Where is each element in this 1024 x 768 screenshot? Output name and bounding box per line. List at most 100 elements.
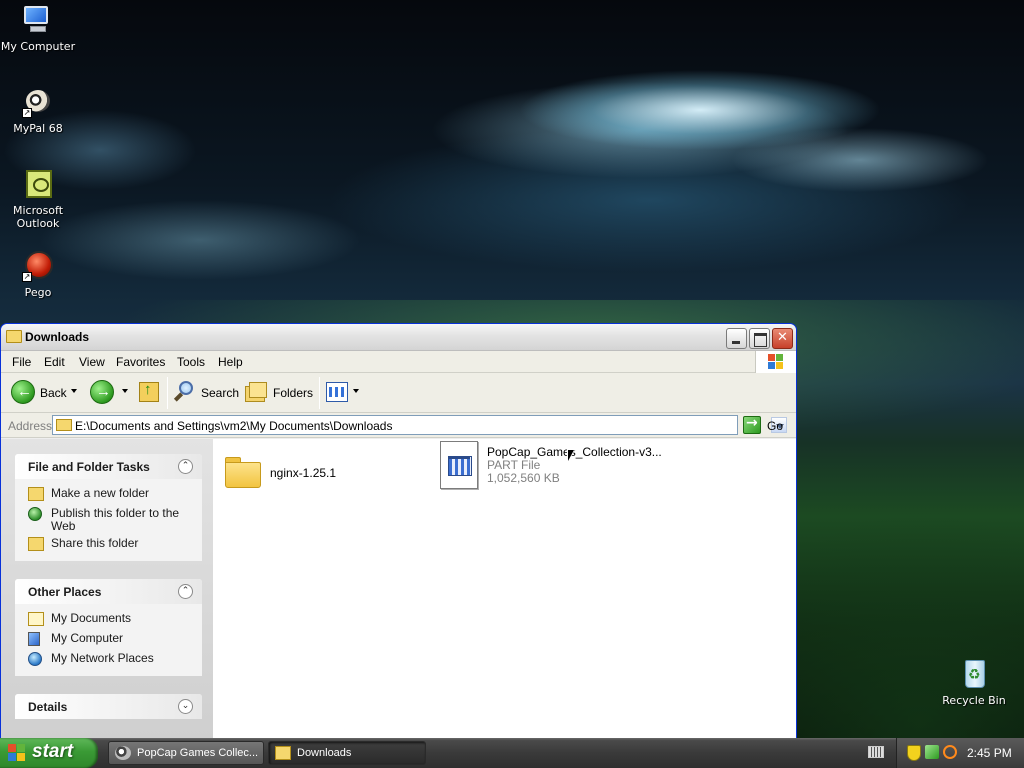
place-label: My Computer — [51, 631, 124, 645]
outlook-icon — [22, 168, 54, 200]
task-share-folder[interactable]: Share this folder — [15, 535, 202, 555]
windows-flag-icon — [8, 744, 26, 762]
place-my-documents[interactable]: My Documents — [15, 610, 202, 630]
address-field[interactable]: E:\Documents and Settings\vm2\My Documen… — [52, 415, 787, 435]
menu-bar: File Edit View Favorites Tools Help — [1, 351, 796, 373]
panel-title: Details — [28, 700, 68, 714]
back-label: Back — [40, 386, 67, 400]
expand-icon[interactable]: ⌄ — [178, 699, 193, 714]
task-label: Share this folder — [51, 536, 139, 550]
search-icon — [173, 381, 195, 403]
taskbar-button-popcap[interactable]: PopCap Games Collec... — [108, 741, 264, 765]
taskbar-button-downloads[interactable]: Downloads — [268, 741, 426, 765]
maximize-button[interactable] — [749, 328, 770, 349]
task-make-new-folder[interactable]: Make a new folder — [15, 485, 202, 505]
task-label: Publish this folder to the Web — [51, 506, 180, 533]
explorer-window: Downloads File Edit View Favorites Tools… — [0, 323, 797, 739]
desktop-icon-pego[interactable]: ↗ Pego — [0, 250, 76, 299]
menu-edit[interactable]: Edit — [44, 355, 65, 369]
chevron-down-icon[interactable] — [71, 389, 77, 393]
system-tray: 2:45 PM — [896, 738, 1024, 768]
minimize-button[interactable] — [726, 328, 747, 349]
place-network-places[interactable]: My Network Places — [15, 650, 202, 670]
address-bar: Address E:\Documents and Settings\vm2\My… — [1, 413, 796, 438]
chevron-down-icon[interactable] — [353, 389, 359, 393]
desktop-icon-label: Recycle Bin — [942, 694, 1006, 707]
folder-icon — [275, 746, 291, 760]
desktop-icon-outlook[interactable]: Microsoft Outlook — [0, 168, 76, 230]
desktop-icon-label: Microsoft Outlook — [12, 204, 64, 230]
network-icon[interactable] — [925, 745, 939, 759]
panel-header[interactable]: File and Folder Tasks ⌃ — [15, 454, 202, 479]
panel-title: File and Folder Tasks — [28, 460, 150, 474]
my-computer-icon — [22, 4, 54, 36]
forward-button[interactable] — [90, 379, 130, 407]
collapse-icon[interactable]: ⌃ — [178, 459, 193, 474]
close-button[interactable] — [772, 328, 793, 349]
up-folder-button[interactable] — [139, 379, 163, 407]
mypal-icon: ↗ — [22, 86, 54, 118]
back-button[interactable]: Back — [11, 379, 81, 407]
windows-flag-icon — [768, 354, 784, 370]
file-folder-tasks-panel: File and Folder Tasks ⌃ Make a new folde… — [15, 454, 202, 561]
place-label: My Documents — [51, 611, 132, 625]
search-button[interactable]: Search — [173, 379, 239, 407]
go-button[interactable]: Go — [743, 415, 793, 436]
back-arrow-icon — [11, 380, 35, 404]
part-file-icon — [440, 441, 478, 489]
toolbar: Back Search Folders — [1, 373, 796, 413]
chevron-down-icon[interactable] — [122, 389, 128, 393]
panel-header[interactable]: Details ⌄ — [15, 694, 202, 719]
desktop-icon-label: MyPal 68 — [13, 122, 63, 135]
taskbar-button-label: Downloads — [297, 747, 352, 759]
title-bar[interactable]: Downloads — [1, 324, 796, 351]
folders-button[interactable]: Folders — [245, 379, 314, 407]
toolbar-separator — [319, 377, 320, 409]
go-arrow-icon — [743, 415, 761, 434]
my-documents-icon — [28, 612, 44, 626]
go-label: Go — [767, 419, 784, 433]
menu-help[interactable]: Help — [218, 355, 243, 369]
new-folder-icon — [28, 487, 44, 501]
file-item-popcap[interactable]: PopCap_Games_Collection-v3... PART File … — [440, 441, 670, 491]
place-my-computer[interactable]: My Computer — [15, 630, 202, 650]
start-button[interactable]: start — [0, 738, 98, 768]
panel-header[interactable]: Other Places ⌃ — [15, 579, 202, 604]
file-size: 1,052,560 KB — [487, 471, 560, 485]
file-item-nginx[interactable]: nginx-1.25.1 — [223, 453, 423, 493]
menu-view[interactable]: View — [79, 355, 105, 369]
window-title: Downloads — [25, 330, 90, 344]
desktop-icon-recycle-bin[interactable]: Recycle Bin — [936, 658, 1012, 707]
desktop-icon-mypal[interactable]: ↗ MyPal 68 — [0, 86, 76, 135]
file-type: PART File — [487, 458, 541, 472]
recycle-bin-icon — [958, 658, 990, 690]
details-panel: Details ⌄ — [15, 694, 202, 719]
security-shield-icon[interactable] — [907, 745, 921, 761]
my-computer-icon — [28, 632, 40, 646]
pego-icon: ↗ — [22, 250, 54, 282]
toolbar-separator — [167, 377, 168, 409]
publish-web-icon — [28, 507, 42, 521]
task-publish-folder[interactable]: Publish this folder to the Web — [15, 505, 202, 535]
folders-icon — [245, 382, 267, 402]
menu-favorites[interactable]: Favorites — [116, 355, 165, 369]
task-pane: File and Folder Tasks ⌃ Make a new folde… — [1, 439, 213, 739]
search-tray-icon[interactable] — [943, 745, 957, 759]
up-folder-icon — [139, 381, 159, 402]
desktop-icon-label: Pego — [24, 286, 52, 299]
folder-icon — [6, 330, 22, 343]
collapse-icon[interactable]: ⌃ — [178, 584, 193, 599]
menu-file[interactable]: File — [12, 355, 31, 369]
menu-tools[interactable]: Tools — [177, 355, 205, 369]
views-button[interactable] — [326, 379, 360, 407]
search-label: Search — [201, 386, 240, 400]
desktop-icon-my-computer[interactable]: My Computer — [0, 4, 76, 53]
clock[interactable]: 2:45 PM — [967, 746, 1012, 760]
folder-icon — [223, 453, 261, 488]
folder-icon — [56, 419, 72, 431]
mypal-icon — [115, 746, 131, 760]
windows-logo — [755, 351, 796, 373]
keyboard-icon[interactable] — [868, 746, 884, 758]
address-value[interactable]: E:\Documents and Settings\vm2\My Documen… — [75, 419, 392, 433]
folders-label: Folders — [273, 386, 314, 400]
